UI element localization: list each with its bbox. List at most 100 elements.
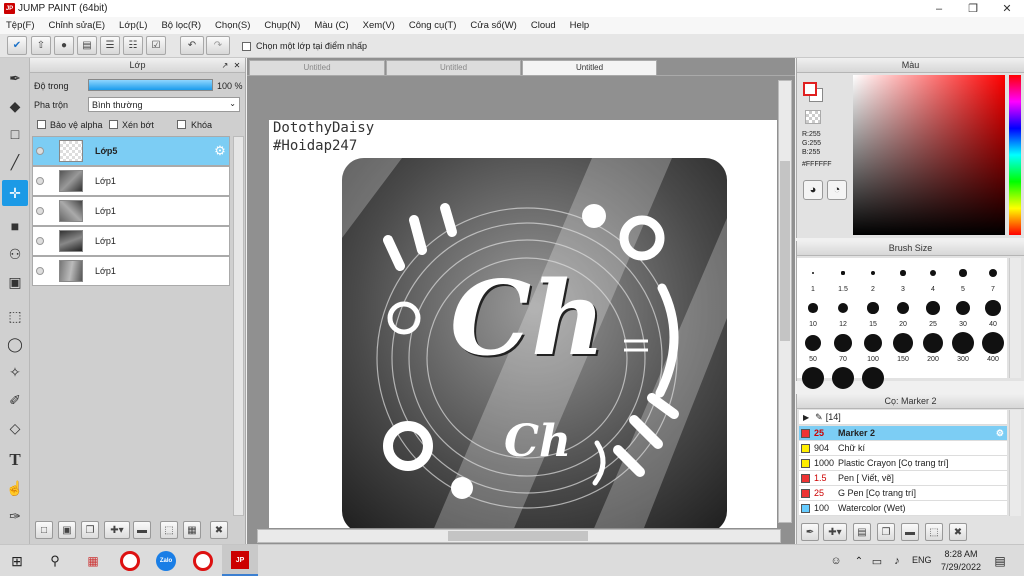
brush-tool-icon[interactable]: ✒: [2, 65, 28, 91]
chevron-up-icon[interactable]: ⌃: [852, 554, 866, 568]
maximize-icon[interactable]: ❐: [956, 0, 990, 17]
bucket-tool-icon[interactable]: ⚇: [2, 241, 28, 267]
rectangle-tool-icon[interactable]: □: [2, 121, 28, 147]
layer-row[interactable]: Lớp5 ⚙: [32, 136, 230, 166]
menu-tools[interactable]: Công cụ(T): [409, 20, 457, 31]
menu-file[interactable]: Tệp(F): [6, 20, 35, 31]
scroll-thumb[interactable]: [448, 531, 588, 541]
volume-icon[interactable]: ♪: [890, 554, 904, 568]
brush-size-option[interactable]: 1: [799, 262, 827, 293]
brush-list-scrollbar[interactable]: [1009, 410, 1021, 516]
brush-size-option[interactable]: 2: [859, 262, 887, 293]
undo-icon[interactable]: ↶: [180, 36, 204, 55]
operation-tool-icon[interactable]: ☝: [2, 475, 28, 501]
brush-size-option[interactable]: 15: [859, 297, 887, 328]
rect-select-tool-icon[interactable]: ⬚: [2, 303, 28, 329]
brush-size-option[interactable]: [829, 367, 857, 391]
clipping-checkbox[interactable]: [109, 120, 118, 129]
protect-alpha-checkbox[interactable]: [37, 120, 46, 129]
lasso-tool-icon[interactable]: ◯: [2, 331, 28, 357]
select-pen-tool-icon[interactable]: ✐: [2, 387, 28, 413]
app-icon[interactable]: ▦: [84, 552, 102, 570]
brush-size-option[interactable]: 3: [889, 262, 917, 293]
brush-size-option[interactable]: 200: [919, 332, 947, 363]
close-icon[interactable]: ✕: [990, 0, 1024, 17]
drawing-canvas[interactable]: DotothyDaisy #Hoidap247 Ch Ch: [269, 120, 777, 528]
gear-icon[interactable]: ⚙: [996, 428, 1004, 439]
new-layer-icon[interactable]: □: [35, 521, 53, 539]
layer-row[interactable]: Lớp1: [32, 226, 230, 256]
brush-size-option[interactable]: 10: [799, 297, 827, 328]
redo-icon[interactable]: ↷: [206, 36, 230, 55]
foreground-color-swatch[interactable]: [803, 82, 817, 96]
brush-size-option[interactable]: 12: [829, 297, 857, 328]
canvas-horizontal-scrollbar[interactable]: [257, 529, 781, 543]
brush-size-option[interactable]: [859, 367, 887, 391]
brush-size-option[interactable]: 50: [799, 332, 827, 363]
document-icon[interactable]: ☰: [100, 36, 120, 55]
visibility-icon[interactable]: [36, 267, 44, 275]
minimize-icon[interactable]: –: [922, 0, 956, 17]
saturation-value-picker[interactable]: [853, 75, 1005, 235]
canvas-vertical-scrollbar[interactable]: [778, 80, 792, 523]
trash-icon[interactable]: ✖: [949, 523, 967, 541]
menu-help[interactable]: Help: [570, 20, 590, 31]
brush-size-scrollbar[interactable]: [1009, 258, 1021, 378]
text-tool-icon[interactable]: T: [2, 447, 28, 473]
export-icon[interactable]: ⇧: [31, 36, 51, 55]
brush-item[interactable]: 25 G Pen [Cọ trang trí]: [799, 486, 1007, 501]
brush-item[interactable]: 904 Chữ kí: [799, 441, 1007, 456]
visibility-icon[interactable]: [36, 177, 44, 185]
zalo-icon[interactable]: Zalo: [156, 551, 176, 571]
scroll-thumb[interactable]: [780, 161, 790, 341]
brush-size-option[interactable]: 70: [829, 332, 857, 363]
panel-float-icon[interactable]: ↗: [220, 60, 230, 70]
doc-tab[interactable]: Untitled: [249, 60, 385, 75]
visibility-icon[interactable]: [36, 207, 44, 215]
palette-icon[interactable]: ◕: [803, 180, 823, 200]
layer-row[interactable]: Lớp1: [32, 256, 230, 286]
windows-start-icon[interactable]: ⊞: [8, 552, 26, 570]
brush-size-option[interactable]: 30: [949, 297, 977, 328]
clock-date[interactable]: 7/29/2022: [939, 562, 983, 572]
brush-copy-icon[interactable]: ❐: [877, 523, 895, 541]
visibility-icon[interactable]: [36, 237, 44, 245]
eraser-tool-icon[interactable]: ◆: [2, 93, 28, 119]
people-icon[interactable]: ☺: [829, 554, 843, 568]
new-layer-type-icon[interactable]: ▣: [58, 521, 76, 539]
menu-edit[interactable]: Chỉnh sửa(E): [49, 20, 106, 31]
menu-cloud[interactable]: Cloud: [531, 20, 556, 31]
brush-size-option[interactable]: 300: [949, 332, 977, 363]
add-brush-menu-icon[interactable]: ✚▾: [823, 523, 847, 541]
blend-mode-select[interactable]: Bình thường ⌄: [88, 97, 240, 112]
brush-size-option[interactable]: 150: [889, 332, 917, 363]
brush-group-icon[interactable]: ⬚: [925, 523, 943, 541]
search-icon[interactable]: ⚲: [46, 552, 64, 570]
comment-icon[interactable]: ▤: [77, 36, 97, 55]
menu-select[interactable]: Chọn(S): [215, 20, 250, 31]
brush-item[interactable]: 100 Watercolor (Wet): [799, 501, 1007, 516]
brush-size-option[interactable]: 4: [919, 262, 947, 293]
panel-close-icon[interactable]: ✕: [232, 60, 242, 70]
trash-icon[interactable]: ✖: [210, 521, 228, 539]
line-tool-icon[interactable]: ╱: [2, 149, 28, 175]
copy-layer-icon[interactable]: ❐: [81, 521, 99, 539]
brush-item[interactable]: 1000 Plastic Crayon [Cọ trang trí]: [799, 456, 1007, 471]
fill-rect-tool-icon[interactable]: ■: [2, 213, 28, 239]
add-layer-menu-icon[interactable]: ✚▾: [104, 521, 130, 539]
opacity-slider[interactable]: [88, 79, 213, 91]
palette-settings-icon[interactable]: ◔: [827, 180, 847, 200]
brush-size-option[interactable]: 40: [979, 297, 1007, 328]
menu-window[interactable]: Cửa sổ(W): [470, 20, 516, 31]
input-language[interactable]: ENG: [912, 555, 932, 565]
lock-checkbox[interactable]: [177, 120, 186, 129]
expand-arrow-icon[interactable]: ▶: [803, 413, 809, 422]
gear-icon[interactable]: ⚙: [213, 143, 227, 158]
cloud-check-icon[interactable]: ✔: [7, 36, 27, 55]
layer-row[interactable]: Lớp1: [32, 166, 230, 196]
notification-icon[interactable]: ▤: [992, 553, 1008, 569]
jump-paint-task[interactable]: JP: [222, 545, 258, 576]
menu-layer[interactable]: Lớp(L): [119, 20, 147, 31]
menu-filter[interactable]: Bộ lọc(R): [161, 20, 201, 31]
brush-size-option[interactable]: [799, 367, 827, 391]
